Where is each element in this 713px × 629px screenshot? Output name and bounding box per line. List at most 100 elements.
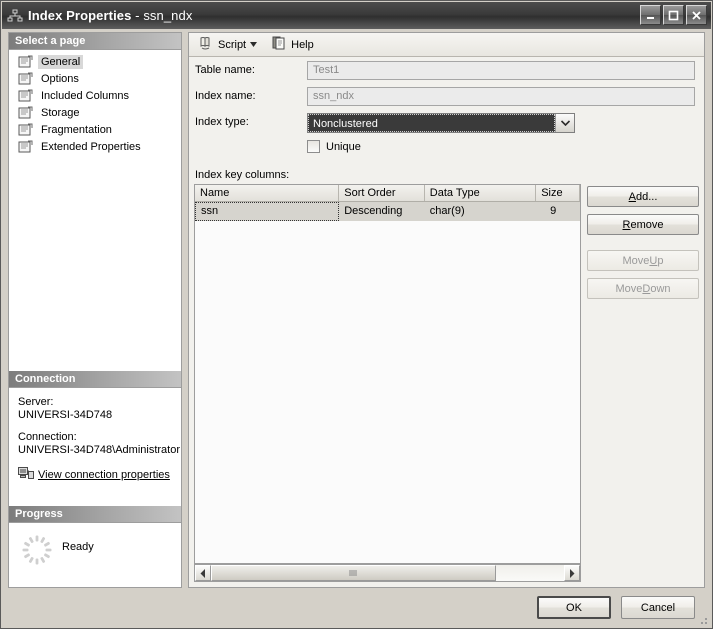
grid-header-row: Name Sort Order Data Type Size	[195, 185, 580, 202]
grid-empty-area[interactable]	[195, 221, 580, 562]
add-button[interactable]: Add...	[587, 186, 699, 207]
move-down-button: Move Down	[587, 278, 699, 299]
dialog-client-area: Select a page General	[2, 29, 711, 628]
move-up-button: Move Up	[587, 250, 699, 271]
cancel-button[interactable]: Cancel	[621, 596, 695, 619]
sidebar-item-included-columns[interactable]: Included Columns	[9, 88, 181, 104]
help-label: Help	[291, 39, 314, 51]
sidebar-item-label: General	[38, 55, 83, 69]
connection-value: UNIVERSI-34D748\Administrator	[18, 444, 181, 457]
index-type-label: Index type:	[195, 116, 249, 128]
page-icon	[18, 123, 34, 137]
resize-grip[interactable]	[697, 614, 709, 626]
index-properties-icon	[7, 8, 23, 24]
server-value: UNIVERSI-34D748	[18, 409, 181, 422]
unique-checkbox[interactable]	[307, 140, 320, 153]
view-connection-properties-row[interactable]: View connection properties	[18, 466, 181, 484]
move-up-button-text-pre: Move	[623, 255, 650, 267]
page-icon	[18, 55, 34, 69]
move-down-button-text-pre: Move	[615, 283, 642, 295]
grid-header-name[interactable]: Name	[195, 185, 339, 201]
progress-spinner-icon	[21, 534, 53, 566]
window-title-sub: - ssn_ndx	[131, 8, 192, 23]
connection-header: Connection	[9, 371, 181, 388]
scroll-right-button[interactable]	[564, 565, 580, 581]
remove-button[interactable]: Remove	[587, 214, 699, 235]
progress-section: Progress	[9, 506, 181, 581]
table-name-label-row: Table name:	[195, 64, 255, 76]
sidebar-item-label: Fragmentation	[38, 123, 115, 137]
sidebar-item-storage[interactable]: Storage	[9, 105, 181, 121]
move-up-button-text-post: p	[657, 255, 663, 267]
sidebar-item-label: Storage	[38, 106, 83, 120]
unique-label: Unique	[326, 141, 361, 153]
server-label: Server:	[18, 396, 181, 409]
general-form: Table name: Test1 Index name: ssn_ndx In…	[189, 58, 704, 588]
title-bar[interactable]: Index Properties - ssn_ndx	[2, 2, 711, 29]
window-title-main: Index Properties	[28, 8, 131, 23]
move-up-button-accel: U	[649, 255, 657, 267]
move-down-button-accel: D	[642, 283, 650, 295]
general-page-panel: Script Help	[188, 32, 705, 588]
progress-body: Ready	[9, 523, 181, 581]
index-name-field[interactable]: ssn_ndx	[307, 87, 695, 106]
unique-checkbox-row[interactable]: Unique	[307, 140, 361, 153]
grid-header-data-type[interactable]: Data Type	[425, 185, 536, 201]
ok-button[interactable]: OK	[537, 596, 611, 619]
help-button[interactable]: Help	[268, 35, 317, 55]
close-button[interactable]	[686, 5, 707, 25]
page-toolbar: Script Help	[189, 33, 704, 57]
script-button[interactable]: Script	[195, 35, 262, 55]
sidebar-item-options[interactable]: Options	[9, 71, 181, 87]
window-controls	[640, 5, 707, 25]
sidebar-item-label: Extended Properties	[38, 140, 144, 154]
table-name-field[interactable]: Test1	[307, 61, 695, 80]
index-properties-window: Index Properties - ssn_ndx Select a page	[0, 0, 713, 629]
sidebar-item-fragmentation[interactable]: Fragmentation	[9, 122, 181, 138]
table-row[interactable]: ssn Descending char(9) 9	[195, 202, 580, 221]
grid-header-size[interactable]: Size	[536, 185, 580, 201]
chevron-down-icon[interactable]	[555, 114, 574, 132]
table-name-label: Table name:	[195, 64, 255, 76]
page-icon	[18, 140, 34, 154]
dialog-button-bar: OK Cancel	[2, 592, 711, 628]
sidebar-item-label: Options	[38, 72, 82, 86]
add-button-accel: A	[629, 191, 636, 203]
scrollbar-track[interactable]	[211, 565, 564, 581]
connection-section: Connection Server: UNIVERSI-34D748 Conne…	[9, 371, 181, 490]
connection-label: Connection:	[18, 431, 181, 444]
add-button-text-post: dd...	[636, 191, 657, 203]
script-icon	[198, 35, 214, 54]
server-group: Server: UNIVERSI-34D748	[18, 396, 181, 422]
cell-data-type[interactable]: char(9)	[425, 202, 536, 221]
connection-group: Connection: UNIVERSI-34D748\Administrato…	[18, 431, 181, 457]
sidebar-item-extended-properties[interactable]: Extended Properties	[9, 139, 181, 155]
page-icon	[18, 106, 34, 120]
cell-size[interactable]: 9	[536, 202, 580, 221]
maximize-button[interactable]	[663, 5, 684, 25]
connection-body: Server: UNIVERSI-34D748 Connection: UNIV…	[9, 388, 181, 490]
index-type-dropdown[interactable]: Nonclustered	[307, 113, 575, 133]
page-icon	[18, 72, 34, 86]
minimize-button[interactable]	[640, 5, 661, 25]
grid-header-sort-order[interactable]: Sort Order	[339, 185, 425, 201]
cell-sort-order[interactable]: Descending	[339, 202, 425, 221]
index-key-columns-grid[interactable]: Name Sort Order Data Type Size ssn Desce…	[194, 184, 581, 564]
page-list: General Options	[9, 50, 181, 155]
move-down-button-text-post: own	[650, 283, 670, 295]
help-icon	[271, 35, 287, 54]
page-icon	[18, 89, 34, 103]
scroll-left-button[interactable]	[195, 565, 211, 581]
connection-computer-icon	[18, 466, 34, 484]
view-connection-properties-link[interactable]: View connection properties	[38, 469, 170, 482]
chevron-down-icon[interactable]	[248, 35, 259, 55]
grid-horizontal-scrollbar[interactable]	[194, 564, 581, 582]
index-key-columns-caption: Index key columns:	[195, 169, 289, 181]
script-label: Script	[218, 39, 246, 51]
select-a-page-header: Select a page	[9, 33, 181, 50]
sidebar-item-label: Included Columns	[38, 89, 132, 103]
sidebar-item-general[interactable]: General	[9, 54, 181, 70]
scrollbar-thumb[interactable]	[211, 565, 496, 581]
cell-name[interactable]: ssn	[195, 202, 339, 221]
index-name-label: Index name:	[195, 90, 256, 102]
